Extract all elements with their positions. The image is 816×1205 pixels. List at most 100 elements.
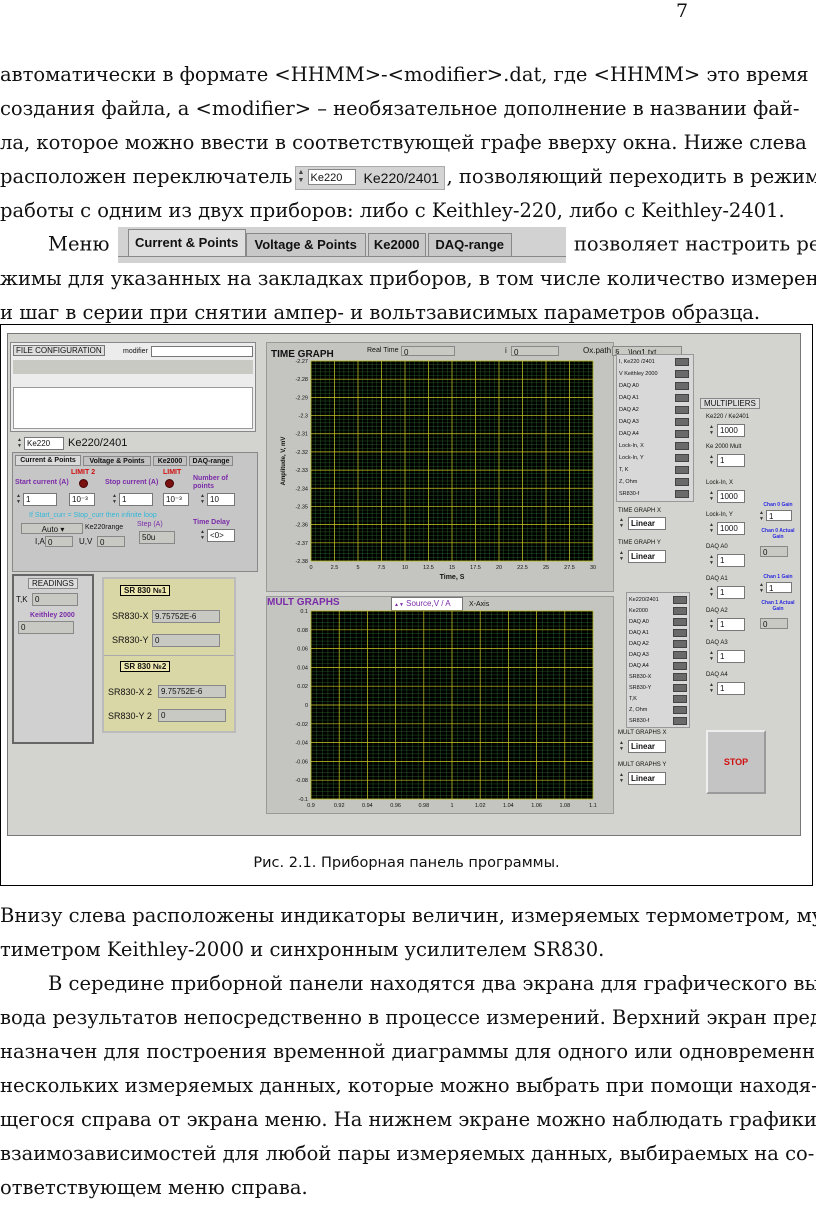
start-current-input[interactable]: 1 — [23, 493, 57, 506]
stop-current-label: Stop current (A) — [105, 479, 159, 486]
spin-arrows-icon[interactable]: ▲ ▼ — [708, 554, 715, 567]
chan1-actual-gain-label: Chan 1 Actual Gain — [761, 600, 795, 612]
spin-arrows-icon[interactable]: ▲ ▼ — [199, 529, 206, 542]
legend-plot-style-icon[interactable] — [675, 490, 689, 498]
legend-plot-style-icon[interactable] — [673, 596, 687, 604]
multiplier-input[interactable]: 1 — [717, 586, 745, 599]
spin-arrows-icon[interactable]: ▲ ▼ — [758, 582, 765, 595]
x-tick-label: 0.94 — [362, 803, 373, 809]
legend-plot-style-icon[interactable] — [673, 717, 687, 725]
multiplier-input[interactable]: 1 — [717, 682, 745, 695]
mult-graph-chart: 0.1 0.08 0.06 0.04 0.02 0 -0.02 -0.04 -0.06 -0.08… — [295, 609, 596, 809]
inline-tab: Current & Points — [127, 229, 246, 256]
inline-tab-menu: Current & Points Voltage & Points Ke2000… — [117, 227, 566, 263]
legend-plot-style-icon[interactable] — [675, 430, 689, 438]
text-line: расположен переключатель ▲ ▼ Ke220 Ke220/240… — [0, 160, 816, 194]
legend-item: DAQ A2 — [619, 407, 639, 413]
legend-plot-style-icon[interactable] — [673, 607, 687, 615]
legend-plot-style-icon[interactable] — [673, 673, 687, 681]
start-current-exp[interactable]: 10⁻³ — [69, 493, 95, 506]
time-graph-x-scale[interactable]: Linear — [628, 517, 666, 530]
legend-plot-style-icon[interactable] — [675, 382, 689, 390]
y-ticks: -2.27 -2.28 -2.29 -2.3 -2.31 -2.32 -2.33 -2.34 -… — [295, 359, 308, 565]
spin-arrows-icon[interactable]: ▲ ▼ — [708, 490, 715, 503]
multiplier-input[interactable]: 1000 — [717, 490, 745, 503]
legend-plot-style-icon[interactable] — [673, 618, 687, 626]
legend-plot-style-icon[interactable] — [673, 684, 687, 692]
step-label: Step (A) — [137, 521, 163, 528]
spin-arrows-icon[interactable]: ▲ ▼ — [16, 437, 23, 450]
spin-arrows-icon[interactable]: ▲ ▼ — [15, 493, 22, 506]
text-line: тиметром Keithley-2000 и синхронным усил… — [0, 938, 605, 961]
x-tick-label: 1.04 — [503, 803, 514, 809]
dropdown-arrow-icon: ▾ — [60, 525, 65, 534]
legend-plot-style-icon[interactable] — [673, 695, 687, 703]
spin-arrows-icon[interactable]: ▲ ▼ — [708, 650, 715, 663]
legend-plot-style-icon[interactable] — [675, 442, 689, 450]
spin-arrows-icon[interactable]: ▲ ▼ — [618, 740, 625, 753]
legend-plot-style-icon[interactable] — [673, 629, 687, 637]
legend-item: DAQ A3 — [619, 419, 639, 425]
multiplier-input[interactable]: 1 — [717, 618, 745, 631]
legend-plot-style-icon[interactable] — [673, 706, 687, 714]
number-of-points-input[interactable]: 10 — [207, 493, 235, 506]
spin-arrows-icon[interactable]: ▲ ▼ — [618, 517, 625, 530]
legend-plot-style-icon[interactable] — [675, 478, 689, 486]
legend-plot-style-icon[interactable] — [675, 454, 689, 462]
spin-arrows-icon[interactable]: ▲ ▼ — [758, 510, 765, 523]
mult-graph-y-scale-label: MULT GRAPHS Y — [618, 762, 667, 768]
range-select[interactable]: Auto ▾ — [21, 523, 83, 534]
spin-arrows-icon[interactable]: ▲ ▼ — [708, 424, 715, 437]
tab-voltage-points[interactable]: Voltage & Points — [83, 456, 151, 466]
legend-plot-style-icon[interactable] — [675, 406, 689, 414]
spin-arrows-icon[interactable]: ▲ ▼ — [708, 682, 715, 695]
multiplier-input[interactable]: 1 — [717, 454, 745, 467]
legend-plot-style-icon[interactable] — [673, 640, 687, 648]
tab-daq-range[interactable]: DAQ-range — [189, 456, 233, 466]
tab-ke2000[interactable]: Ke2000 — [153, 456, 187, 466]
legend-plot-style-icon[interactable] — [675, 358, 689, 366]
chan1-gain-input[interactable]: 1 — [766, 582, 792, 593]
legend-plot-style-icon[interactable] — [675, 394, 689, 402]
inline-switch-label: Ke220/2401 — [363, 169, 440, 186]
multiplier-input[interactable]: 1000 — [717, 522, 745, 535]
stop-current-input[interactable]: 1 — [119, 493, 153, 506]
tab-current-points[interactable]: Current & Points — [15, 455, 81, 466]
legend-plot-style-icon[interactable] — [675, 466, 689, 474]
spin-arrows-icon[interactable]: ▲ ▼ — [708, 618, 715, 631]
inline-switch-field: Ke220 — [307, 168, 356, 185]
device-switch-field[interactable]: Ke220 — [24, 437, 64, 450]
mult-graph-x-scale[interactable]: Linear — [628, 740, 666, 753]
readings-title: READINGS — [28, 578, 78, 589]
time-graph-y-scale[interactable]: Linear — [628, 550, 666, 563]
stop-current-exp[interactable]: 10⁻³ — [163, 493, 189, 506]
legend-plot-style-icon[interactable] — [673, 651, 687, 659]
spin-arrows-icon[interactable]: ▲ ▼ — [618, 772, 625, 785]
mult-graph-y-scale[interactable]: Linear — [628, 772, 666, 785]
spin-arrows-icon[interactable]: ▲ ▼ — [199, 493, 206, 506]
spin-arrows-icon[interactable]: ▲ ▼ — [708, 586, 715, 599]
multiplier-input[interactable]: 1 — [717, 554, 745, 567]
time-delay-input[interactable]: <0> — [207, 529, 235, 542]
spin-arrows-icon[interactable]: ▲ ▼ — [708, 522, 715, 535]
chan0-gain-label: Chan 0 Gain — [763, 502, 793, 508]
legend-plot-style-icon[interactable] — [673, 662, 687, 670]
multiplier-input[interactable]: 1000 — [717, 424, 745, 437]
text-line: Меню Current & Points Voltage & Points K… — [48, 227, 816, 263]
spin-arrows-icon[interactable]: ▲ ▼ — [708, 454, 715, 467]
spin-arrows-icon[interactable]: ▲ ▼ — [618, 550, 625, 563]
text-line: назначен для построения временной диагра… — [0, 1040, 816, 1063]
stop-button[interactable]: STOP — [706, 730, 766, 794]
spin-arrows-icon[interactable]: ▲ ▼ — [111, 493, 118, 506]
chan0-gain-input[interactable]: 1 — [766, 510, 792, 521]
modifier-input[interactable] — [151, 346, 253, 357]
mult-graph-panel: MULT GRAPHS ▲▼ Source,V / A X-Axis 0.1 0.… — [266, 596, 614, 814]
text-line: В середине приборной панели находятся дв… — [48, 972, 816, 995]
legend-plot-style-icon[interactable] — [675, 370, 689, 378]
text-fragment: Меню — [48, 232, 110, 256]
infinite-loop-note: If Start_curr = Stop_curr then infinite … — [29, 512, 157, 519]
page-number: 7 — [676, 0, 689, 22]
x-tick-label: 0.92 — [334, 803, 345, 809]
multiplier-input[interactable]: 1 — [717, 650, 745, 663]
legend-plot-style-icon[interactable] — [675, 418, 689, 426]
